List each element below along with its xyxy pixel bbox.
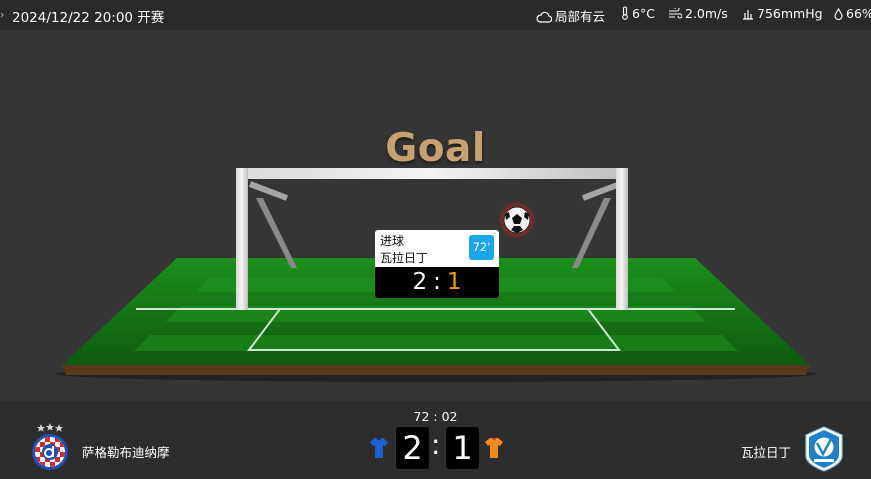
droplet-icon	[834, 7, 843, 21]
match-clock: 72 : 02	[413, 409, 458, 424]
score-separator: :	[431, 428, 441, 461]
weather-condition: 局部有云	[536, 6, 605, 25]
kickoff-time: 2024/12/22 20:00 开赛	[12, 10, 165, 26]
scoreboard: 72 : 02 萨格勒布迪纳摩 2: 1 瓦拉日丁	[0, 401, 871, 479]
away-team-name: 瓦拉日丁	[740, 445, 791, 460]
home-jersey-icon	[370, 438, 388, 458]
pitch-illustration	[56, 168, 816, 382]
goal-back-stanchion	[256, 198, 297, 268]
event-score: 2:1	[375, 267, 499, 298]
event-score-separator: :	[433, 269, 441, 295]
goal-title: Goal	[385, 126, 486, 171]
event-team: 瓦拉日丁	[380, 251, 429, 265]
right-goalpost	[616, 168, 628, 310]
weather-temperature: 6°C	[621, 6, 655, 21]
goal-animation-stage: Goal 进球 瓦拉日丁 72' 2:1	[0, 30, 871, 401]
event-type: 进球	[380, 234, 405, 248]
cloud-icon	[536, 11, 553, 23]
away-team-logo	[805, 426, 843, 472]
grass-stripe	[134, 335, 738, 351]
pressure-icon	[743, 10, 753, 20]
event-away-score: 1	[446, 269, 462, 295]
event-minute-badge: 72'	[469, 235, 494, 260]
home-score: 2	[396, 427, 429, 469]
event-home-score: 2	[412, 269, 428, 295]
weather-humidity: 66%	[834, 6, 871, 21]
soil-edge	[62, 365, 810, 375]
left-goalpost	[236, 168, 248, 310]
back-arrow-icon[interactable]: ›	[0, 8, 4, 21]
home-team-logo	[32, 423, 68, 470]
goal-back-stanchion	[572, 198, 611, 268]
weather-pressure: 756mmHg	[742, 6, 823, 21]
away-jersey-icon	[485, 438, 503, 458]
wind-icon	[669, 6, 683, 19]
weather-wind: 2.0m/s	[668, 6, 728, 21]
match-info-bar: › 2024/12/22 20:00 开赛 局部有云 6°C 2.0m/s 75…	[0, 0, 871, 30]
goal-event-popup: 进球 瓦拉日丁 72' 2:1	[375, 230, 499, 298]
thermometer-icon	[622, 6, 628, 20]
soccer-ball-icon	[503, 206, 531, 234]
goal-back-bar	[248, 181, 289, 201]
goal-event-info: 进球 瓦拉日丁 72'	[375, 230, 499, 267]
home-team-name: 萨格勒布迪纳摩	[82, 445, 170, 460]
away-score: 1	[446, 427, 479, 469]
goal-back-bar	[581, 181, 622, 201]
